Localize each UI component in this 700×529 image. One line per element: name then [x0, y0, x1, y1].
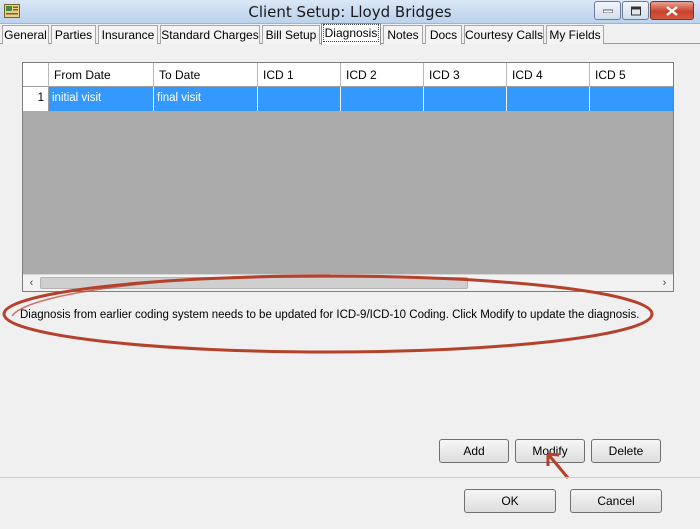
cell-icd4[interactable] — [507, 87, 590, 111]
diagnosis-grid[interactable]: From Date To Date ICD 1 ICD 2 ICD 3 ICD … — [22, 62, 674, 292]
scrollbar-thumb[interactable] — [40, 277, 468, 289]
close-icon — [666, 5, 678, 16]
minimize-button[interactable] — [594, 1, 621, 20]
column-header-icd5[interactable]: ICD 5 — [590, 63, 673, 87]
tab-docs[interactable]: Docs — [425, 25, 462, 44]
horizontal-scrollbar[interactable]: ‹ › — [23, 274, 673, 291]
grid-header: From Date To Date ICD 1 ICD 2 ICD 3 ICD … — [23, 63, 673, 87]
cell-icd2[interactable] — [341, 87, 424, 111]
column-header-from-date[interactable]: From Date — [49, 63, 154, 87]
tab-insurance[interactable]: Insurance — [98, 25, 158, 44]
diagnosis-update-message: Diagnosis from earlier coding system nee… — [20, 309, 640, 321]
scroll-left-icon[interactable]: ‹ — [23, 275, 40, 291]
cell-icd3[interactable] — [424, 87, 507, 111]
minimize-icon — [602, 9, 613, 13]
column-header-icd4[interactable]: ICD 4 — [507, 63, 590, 87]
column-header-icd3[interactable]: ICD 3 — [424, 63, 507, 87]
tab-notes[interactable]: Notes — [383, 25, 423, 44]
row-header-corner — [23, 63, 49, 87]
maximize-button[interactable] — [622, 1, 649, 20]
delete-button[interactable]: Delete — [591, 439, 661, 463]
tab-courtesy-calls[interactable]: Courtesy Calls — [464, 25, 544, 44]
close-button[interactable] — [650, 1, 694, 20]
maximize-icon — [630, 6, 641, 15]
title-bar: Client Setup: Lloyd Bridges — [0, 0, 700, 24]
cell-to-date[interactable]: final visit — [154, 87, 258, 111]
tab-parties[interactable]: Parties — [51, 25, 96, 44]
cell-icd1[interactable] — [258, 87, 341, 111]
column-header-icd2[interactable]: ICD 2 — [341, 63, 424, 87]
tab-strip: General Parties Insurance Standard Charg… — [0, 23, 700, 45]
tab-diagnosis[interactable]: Diagnosis — [321, 23, 381, 45]
modify-button[interactable]: Modify — [515, 439, 585, 463]
tab-general[interactable]: General — [2, 25, 49, 44]
tab-my-fields[interactable]: My Fields — [546, 25, 604, 44]
cell-icd5[interactable] — [590, 87, 673, 111]
tab-standard-charges[interactable]: Standard Charges — [160, 25, 260, 44]
scroll-right-icon[interactable]: › — [656, 275, 673, 291]
row-number[interactable]: 1 — [23, 87, 49, 111]
ok-button[interactable]: OK — [464, 489, 556, 513]
cell-from-date[interactable]: initial visit — [49, 87, 154, 111]
add-button[interactable]: Add — [439, 439, 509, 463]
cancel-button[interactable]: Cancel — [570, 489, 662, 513]
column-header-icd1[interactable]: ICD 1 — [258, 63, 341, 87]
column-header-to-date[interactable]: To Date — [154, 63, 258, 87]
tab-bill-setup[interactable]: Bill Setup — [262, 25, 320, 44]
footer-separator — [0, 477, 700, 478]
table-row[interactable]: initial visit final visit — [49, 87, 673, 111]
